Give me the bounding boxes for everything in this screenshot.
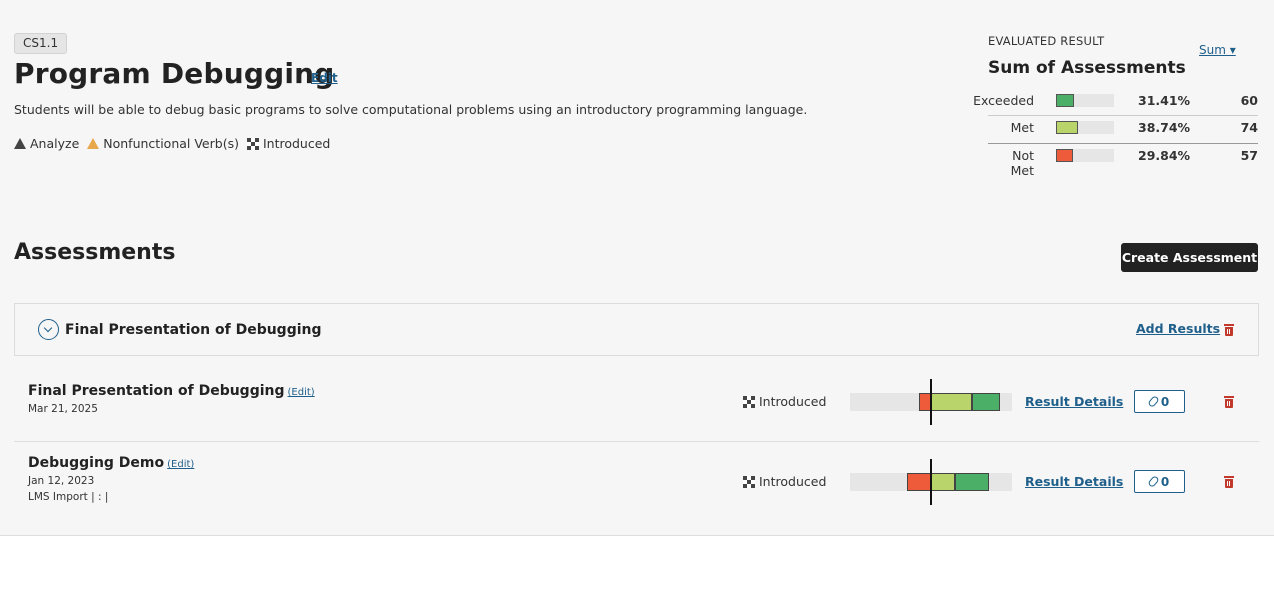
edit-assessment-link[interactable]: (Edit): [288, 387, 315, 398]
trash-icon[interactable]: [1224, 324, 1234, 336]
checker-icon: [246, 137, 259, 150]
page-title: Program Debugging: [14, 57, 335, 90]
level-label: Introduced: [759, 474, 827, 489]
edit-assessment-link[interactable]: (Edit): [167, 459, 194, 470]
tag-introduced: Introduced: [246, 136, 331, 151]
checker-icon: [743, 475, 755, 488]
midline-marker: [930, 459, 932, 505]
result-row-not-met: Not Met 29.84% 57: [988, 143, 1258, 178]
result-count: 74: [1240, 120, 1258, 135]
assessment-date: Jan 12, 2023: [28, 475, 95, 487]
outcome-description: Students will be able to debug basic pro…: [14, 102, 808, 117]
met-segment: [931, 393, 972, 411]
result-row-met: Met 38.74% 74: [988, 116, 1258, 143]
result-label: Met: [1010, 120, 1034, 135]
attachment-count: 0: [1160, 474, 1170, 489]
not-met-segment: [907, 473, 931, 491]
create-assessment-button[interactable]: Create Assessment: [1121, 243, 1258, 272]
result-details-link[interactable]: Result Details: [1025, 474, 1123, 489]
midline-marker: [930, 379, 932, 425]
outcome-code-badge: CS1.1: [14, 33, 68, 54]
result-distribution-bar: [850, 379, 1012, 425]
assessment-title-text: Final Presentation of Debugging: [28, 383, 285, 399]
attachments-button[interactable]: 0: [1134, 390, 1185, 413]
assessment-row: Debugging Demo (Edit) Jan 12, 2023 LMS Im…: [14, 442, 1259, 536]
checker-icon: [743, 395, 755, 408]
edit-outcome-link[interactable]: Edit: [311, 71, 338, 85]
paperclip-icon: [1147, 475, 1160, 488]
assessment-info: Debugging Demo (Edit) Jan 12, 2023 LMS Im…: [28, 455, 194, 503]
assessment-level: Introduced: [743, 474, 826, 489]
trash-icon[interactable]: [1224, 476, 1234, 488]
result-bar-fill: [1056, 94, 1074, 107]
attachments-button[interactable]: 0: [1134, 470, 1185, 493]
assessment-date: Mar 21, 2025: [28, 403, 98, 415]
warning-triangle-icon: [87, 138, 100, 149]
result-bar: [1056, 94, 1114, 107]
paperclip-icon: [1147, 395, 1160, 408]
result-count: 60: [1240, 93, 1258, 108]
tag-analyze: Analyze: [14, 136, 79, 151]
result-bar-fill: [1056, 121, 1078, 134]
assessment-import-source: LMS Import | : |: [28, 491, 109, 503]
assessment-group-header: Final Presentation of Debugging Add Resu…: [14, 303, 1259, 356]
chevron-down-icon[interactable]: [38, 319, 59, 340]
evaluated-result-table: Exceeded 31.41% 60 Met 38.74% 74 Not Met…: [973, 89, 1258, 178]
sum-dropdown[interactable]: Sum ▾: [1199, 43, 1236, 57]
assessment-title: Debugging Demo (Edit): [28, 455, 194, 471]
outcome-tags: Analyze Nonfunctional Verb(s) Introduced: [14, 136, 330, 151]
evaluated-result-label: EVALUATED RESULT: [988, 34, 1105, 48]
add-results-link[interactable]: Add Results: [1136, 321, 1220, 336]
assessments-heading: Assessments: [14, 240, 176, 265]
result-percent: 29.84%: [1138, 148, 1191, 163]
result-bar: [1056, 149, 1114, 162]
assessment-title: Final Presentation of Debugging (Edit): [28, 383, 315, 399]
tag-label: Analyze: [30, 136, 80, 151]
assessment-info: Final Presentation of Debugging (Edit) Ma…: [28, 383, 315, 415]
tag-label: Nonfunctional Verb(s): [103, 136, 239, 151]
exceeded-segment: [972, 393, 1000, 411]
attachment-count: 0: [1160, 394, 1170, 409]
result-percent: 38.74%: [1138, 120, 1191, 135]
met-segment: [931, 473, 955, 491]
result-details-link[interactable]: Result Details: [1025, 394, 1123, 409]
tag-nonfunctional-verb: Nonfunctional Verb(s): [87, 136, 239, 151]
assessment-group-title: Final Presentation of Debugging: [65, 322, 322, 338]
assessment-title-text: Debugging Demo: [28, 455, 165, 471]
result-label: Not Met: [1010, 148, 1034, 178]
result-bar: [1056, 121, 1114, 134]
level-label: Introduced: [759, 394, 827, 409]
result-percent: 31.41%: [1138, 93, 1191, 108]
tag-label: Introduced: [262, 136, 331, 151]
bloom-triangle-icon: [14, 138, 26, 149]
evaluated-result-title: Sum of Assessments: [988, 58, 1186, 78]
assessment-level: Introduced: [743, 394, 826, 409]
result-count: 57: [1240, 148, 1258, 163]
assessment-row: Final Presentation of Debugging (Edit) Ma…: [14, 356, 1259, 442]
result-bar-fill: [1056, 149, 1073, 162]
result-distribution-bar: [850, 459, 1012, 505]
result-row-exceeded: Exceeded 31.41% 60: [973, 89, 1258, 116]
trash-icon[interactable]: [1224, 396, 1234, 408]
result-label: Exceeded: [973, 93, 1034, 108]
exceeded-segment: [955, 473, 989, 491]
